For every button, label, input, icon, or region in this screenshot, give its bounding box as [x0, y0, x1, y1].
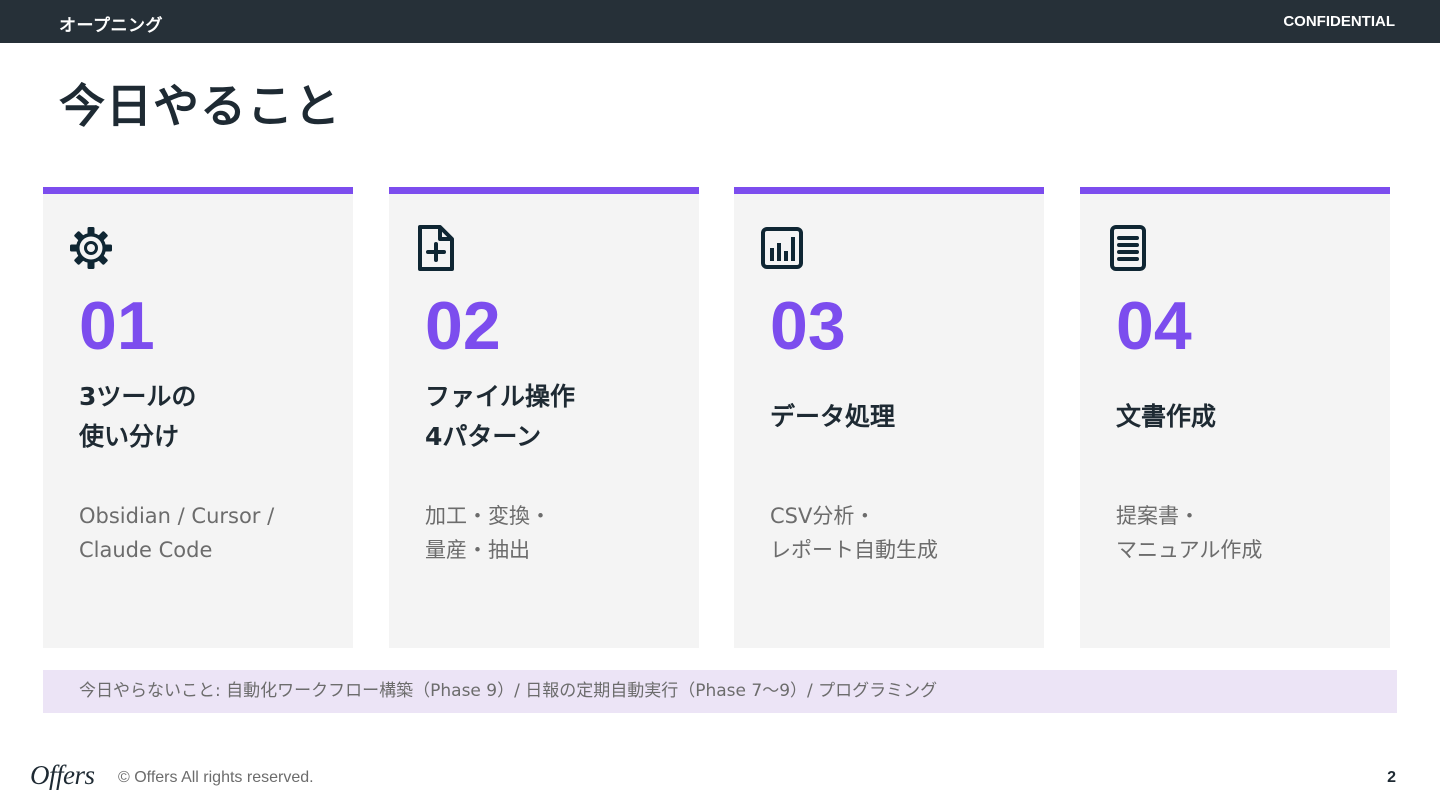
bar-chart-icon — [758, 224, 806, 272]
not-today-note: 今日やらないこと: 自動化ワークフロー構築（Phase 9）/ 日報の定期自動実… — [43, 670, 1397, 713]
page-number: 2 — [1387, 769, 1396, 786]
card-desc-line: Obsidian / Cursor / — [79, 504, 275, 528]
task-card-03: 03 データ処理 CSV分析・ レポート自動生成 — [734, 187, 1044, 648]
card-heading-line: 使い分け — [79, 422, 180, 451]
card-heading-line: 4パターン — [425, 422, 542, 451]
file-plus-icon — [413, 224, 461, 272]
card-desc-line: 加工・変換・ — [425, 504, 551, 528]
card-heading: 文書作成 — [1116, 377, 1376, 457]
card-number: 02 — [425, 288, 501, 364]
gear-icon — [67, 224, 115, 272]
card-desc-line: Claude Code — [79, 538, 213, 562]
card-description: 加工・変換・ 量産・抽出 — [425, 499, 685, 567]
task-card-04: 04 文書作成 提案書・ マニュアル作成 — [1080, 187, 1390, 648]
card-desc-line: レポート自動生成 — [770, 538, 938, 562]
card-description: CSV分析・ レポート自動生成 — [770, 499, 1030, 567]
card-heading-line: 3ツールの — [79, 382, 197, 411]
card-number: 01 — [79, 288, 155, 364]
card-heading-line: 文書作成 — [1116, 402, 1217, 431]
card-heading: データ処理 — [770, 377, 1030, 457]
card-desc-line: CSV分析・ — [770, 504, 876, 528]
card-heading: ファイル操作 4パターン — [425, 377, 685, 457]
card-desc-line: 提案書・ — [1116, 504, 1200, 528]
card-number: 03 — [770, 288, 846, 364]
brand-logo: Offers — [30, 760, 95, 790]
section-label: オープニング — [59, 16, 163, 36]
card-number: 04 — [1116, 288, 1192, 364]
card-description: 提案書・ マニュアル作成 — [1116, 499, 1376, 567]
card-heading-line: データ処理 — [770, 402, 896, 431]
copyright-text: © Offers All rights reserved. — [118, 769, 314, 786]
card-description: Obsidian / Cursor / Claude Code — [79, 499, 339, 567]
task-card-02: 02 ファイル操作 4パターン 加工・変換・ 量産・抽出 — [389, 187, 699, 648]
confidential-label: CONFIDENTIAL — [1283, 13, 1395, 30]
card-heading-line: ファイル操作 — [425, 382, 576, 411]
top-bar: オープニング CONFIDENTIAL — [0, 0, 1440, 43]
task-card-01: 01 3ツールの 使い分け Obsidian / Cursor / Claude… — [43, 187, 353, 648]
document-icon — [1104, 224, 1152, 272]
page-title: 今日やること — [59, 79, 341, 133]
card-heading: 3ツールの 使い分け — [79, 377, 339, 457]
card-desc-line: 量産・抽出 — [425, 538, 530, 562]
card-desc-line: マニュアル作成 — [1116, 538, 1263, 562]
